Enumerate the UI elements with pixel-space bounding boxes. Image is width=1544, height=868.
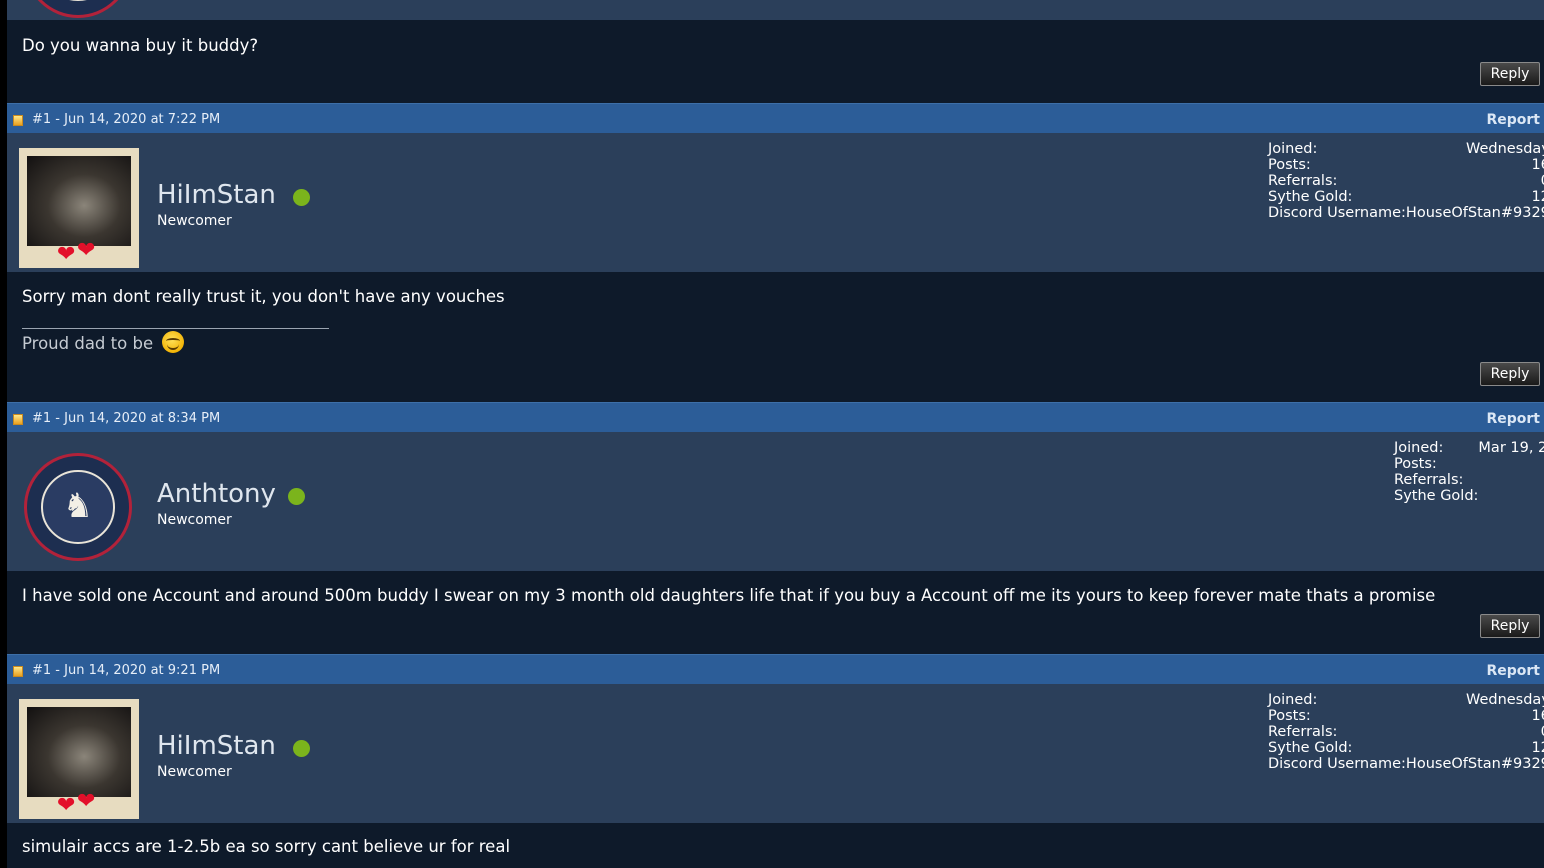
stat-label: Posts: — [1394, 456, 1437, 472]
stat-value: HouseOfStan#9329 — [1405, 205, 1544, 221]
stat-row: Posts: 19 — [1394, 456, 1544, 472]
stat-value: 19 — [1478, 456, 1544, 472]
post-message: I have sold one Account and around 500m … — [22, 586, 1436, 605]
report-link[interactable]: Report — [1486, 411, 1540, 427]
post-message: Do you wanna buy it buddy? — [22, 36, 259, 55]
stat-row: Discord Username: HouseOfStan#9329 — [1268, 756, 1544, 772]
user-stats: Joined: Mar 19, 2020 Posts: 19 Referrals: 0… — [1394, 440, 1544, 504]
avatar-image — [27, 156, 131, 246]
post-header: #1 - Jun 14, 2020 at 7:22 PM Report — [7, 103, 1544, 133]
stat-value: 12 — [1531, 189, 1544, 205]
heart-icon: ❤ — [57, 793, 76, 818]
stat-label: Joined: — [1268, 692, 1318, 708]
stat-row: Referrals: 0 — [1268, 724, 1544, 740]
post-icon — [13, 414, 23, 425]
stat-label: Discord Username: — [1268, 756, 1406, 772]
thread: ♞ Do you wanna buy it buddy? Reply #1 - … — [7, 0, 1544, 868]
stat-value: 20 — [1478, 488, 1544, 504]
stat-row: Discord Username: HouseOfStan#9329 — [1268, 205, 1544, 221]
avatar[interactable]: ❤ ❤ — [19, 148, 139, 268]
username[interactable]: HiImStan — [157, 731, 276, 761]
avatar[interactable]: ♞ — [24, 0, 132, 18]
signature: Proud dad to be — [22, 334, 154, 353]
user-stats: Joined: Wednesday Posts: 16 Referrals: 0 Sy… — [1268, 141, 1544, 221]
post-permalink[interactable]: #1 - Jun 14, 2020 at 7:22 PM — [32, 112, 220, 127]
stat-row: Joined: Wednesday — [1268, 692, 1544, 708]
stat-label: Posts: — [1268, 157, 1311, 173]
signature-divider — [22, 328, 329, 329]
stat-label: Referrals: — [1268, 173, 1338, 189]
stat-value: HouseOfStan#9329 — [1405, 756, 1544, 772]
stat-value: Wednesday — [1465, 692, 1544, 708]
smiley-icon — [162, 331, 184, 353]
username[interactable]: Anthtony — [157, 479, 276, 509]
avatar-image: ♞ — [41, 0, 115, 1]
stat-label: Sythe Gold: — [1268, 189, 1353, 205]
stat-value: Wednesday — [1465, 141, 1544, 157]
avatar[interactable]: ❤ ❤ — [19, 699, 139, 819]
stat-value: 0 — [1478, 472, 1544, 488]
stat-label: Sythe Gold: — [1394, 488, 1479, 504]
user-rank: Newcomer — [157, 764, 232, 780]
post-permalink[interactable]: #1 - Jun 14, 2020 at 8:34 PM — [32, 411, 220, 426]
user-panel: ♞ Anthtony Newcomer Joined: Mar 19, 2020 … — [7, 432, 1544, 571]
reply-button[interactable]: Reply — [1480, 614, 1540, 638]
stat-row: Referrals: 0 — [1394, 472, 1544, 488]
post-body: Do you wanna buy it buddy? Reply — [7, 20, 1544, 103]
user-panel: ❤ ❤ HiImStan Newcomer Joined: Wednesday P… — [7, 684, 1544, 823]
stat-row: Sythe Gold:20 — [1394, 488, 1544, 504]
stat-label: Posts: — [1268, 708, 1311, 724]
stat-value: 0 — [1406, 724, 1544, 740]
user-panel: ♞ — [7, 0, 1544, 20]
stat-row: Joined: Mar 19, 2020 — [1394, 440, 1544, 456]
online-status-icon — [293, 740, 310, 757]
reply-button[interactable]: Reply — [1480, 362, 1540, 386]
stat-label: Joined: — [1268, 141, 1318, 157]
post-icon — [13, 666, 23, 677]
user-rank: Newcomer — [157, 213, 232, 229]
heart-icon: ❤ — [57, 242, 76, 267]
post-header: #1 - Jun 14, 2020 at 9:21 PM Report — [7, 654, 1544, 684]
stat-label: Joined: — [1394, 440, 1444, 456]
user-rank: Newcomer — [157, 512, 232, 528]
stat-label: Discord Username: — [1268, 205, 1406, 221]
post-header: #1 - Jun 14, 2020 at 8:34 PM Report — [7, 402, 1544, 432]
user-stats: Joined: Wednesday Posts: 16 Referrals: 0 Sy… — [1268, 692, 1544, 772]
post-icon — [13, 115, 23, 126]
post-body: Sorry man dont really trust it, you don'… — [7, 272, 1544, 402]
heart-icon: ❤ — [77, 789, 96, 814]
post-permalink[interactable]: #1 - Jun 14, 2020 at 9:21 PM — [32, 663, 220, 678]
stat-label: Referrals: — [1268, 724, 1338, 740]
stat-row: Sythe Gold: 12 — [1268, 189, 1544, 205]
post-body: simulair accs are 1-2.5b ea so sorry can… — [7, 823, 1544, 868]
report-link[interactable]: Report — [1486, 112, 1540, 128]
stat-label: Referrals: — [1394, 472, 1464, 488]
avatar-image: ♞ — [41, 470, 115, 544]
post-message: Sorry man dont really trust it, you don'… — [22, 287, 505, 306]
stat-row: Posts: 16 — [1268, 708, 1544, 724]
stat-row: Referrals: 0 — [1268, 173, 1544, 189]
stat-row: Sythe Gold: 12 — [1268, 740, 1544, 756]
stat-row: Posts: 16 — [1268, 157, 1544, 173]
online-status-icon — [293, 189, 310, 206]
stat-value: Mar 19, 2020 — [1478, 440, 1544, 456]
heart-icon: ❤ — [77, 238, 96, 263]
stat-value: 12 — [1531, 740, 1544, 756]
post-body: I have sold one Account and around 500m … — [7, 571, 1544, 654]
stat-value: 16 — [1531, 157, 1544, 173]
stat-value: 16 — [1531, 708, 1544, 724]
avatar[interactable]: ♞ — [24, 453, 132, 561]
reply-button[interactable]: Reply — [1480, 62, 1540, 86]
avatar-image — [27, 707, 131, 797]
online-status-icon — [288, 488, 305, 505]
user-panel: ❤ ❤ HiImStan Newcomer Joined: Wednesday P… — [7, 133, 1544, 272]
username[interactable]: HiImStan — [157, 180, 276, 210]
report-link[interactable]: Report — [1486, 663, 1540, 679]
post-message: simulair accs are 1-2.5b ea so sorry can… — [22, 837, 511, 856]
stat-label: Sythe Gold: — [1268, 740, 1353, 756]
stat-value: 0 — [1406, 173, 1544, 189]
stat-row: Joined: Wednesday — [1268, 141, 1544, 157]
horse-icon: ♞ — [62, 486, 94, 526]
